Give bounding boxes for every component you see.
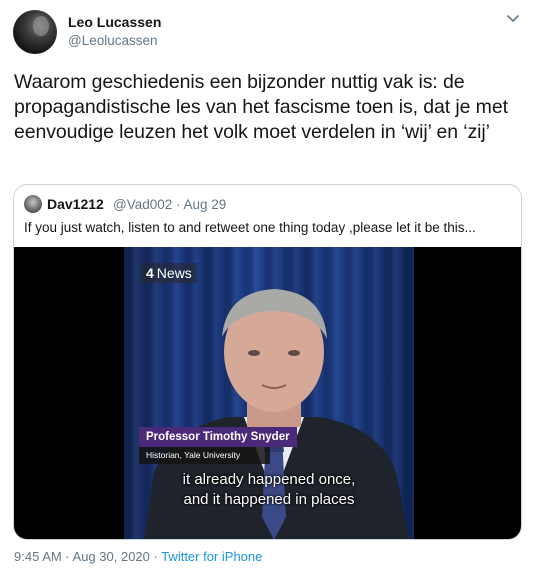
subtitle-line-2: and it happened in places — [183, 491, 355, 508]
video-subtitle: it already happened once, and it happene… — [124, 470, 414, 510]
channel-logo-text: News — [156, 265, 192, 281]
quoted-tweet[interactable]: Dav1212 @Vad002 · Aug 29 If you just wat… — [13, 184, 522, 540]
tweet-source-link[interactable]: Twitter for iPhone — [161, 549, 262, 564]
author-display-name[interactable]: Leo Lucassen — [68, 13, 161, 31]
tweet-time[interactable]: 9:45 AM · Aug 30, 2020 · — [14, 549, 161, 564]
tweet-timestamp[interactable]: 9:45 AM · Aug 30, 2020 · Twitter for iPh… — [14, 549, 262, 565]
author-avatar[interactable] — [13, 10, 57, 54]
tweet-text: Waarom geschiedenis een bijzonder nuttig… — [14, 71, 508, 143]
quoted-tweet-text: If you just watch, listen to and retweet… — [24, 220, 476, 235]
author-handle[interactable]: @Leolucassen — [68, 32, 158, 50]
speaker-role-caption: Historian, Yale University — [139, 447, 270, 464]
quoted-author-avatar — [24, 195, 42, 213]
chevron-down-icon[interactable] — [505, 10, 521, 26]
speaker-name-caption: Professor Timothy Snyder — [139, 427, 297, 447]
quoted-author-handle: @Vad002 · Aug 29 — [113, 197, 227, 212]
quoted-author-name: Dav1212 — [47, 196, 104, 212]
channel-logo: 4 News — [141, 263, 197, 283]
channel-logo-number: 4 — [146, 265, 154, 281]
tweet[interactable]: Leo Lucassen @Leolucassen Waarom geschie… — [0, 0, 535, 572]
subtitle-line-1: it already happened once, — [182, 471, 356, 488]
video-player[interactable]: 4 News Professor Timothy Snyder Historian… — [14, 247, 521, 539]
lower-third-caption: Professor Timothy Snyder Historian, Yale… — [139, 427, 297, 464]
